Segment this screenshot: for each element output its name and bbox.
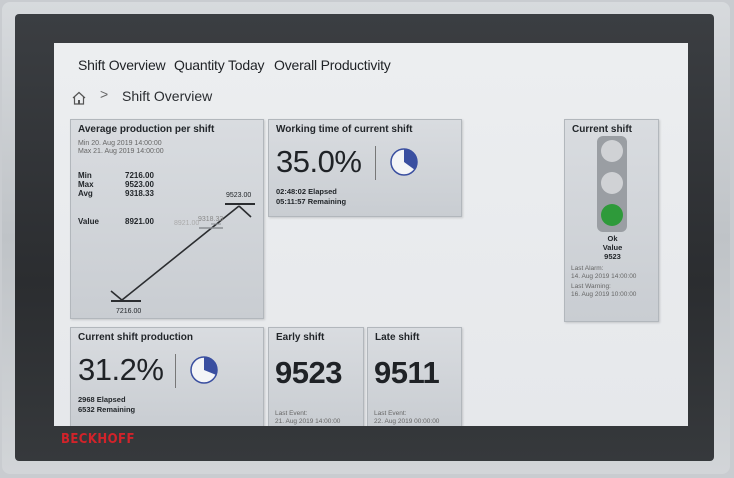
last-alarm-time: 14. Aug 2019 14:00:00 bbox=[571, 273, 637, 280]
production-percent: 31.2% bbox=[78, 352, 164, 387]
card-title: Current shift production bbox=[78, 332, 193, 343]
breadcrumb-separator: > bbox=[100, 86, 109, 102]
chart-min-label: 7216.00 bbox=[116, 308, 142, 315]
remaining-time: 05:11:57 Remaining bbox=[276, 197, 347, 206]
last-warning-time: 16. Aug 2019 10:00:00 bbox=[571, 291, 637, 298]
current-shift-production-card[interactable]: Current shift production 31.2% 2968 Elap… bbox=[70, 327, 264, 426]
status-label: Ok bbox=[607, 234, 618, 243]
light-red-off bbox=[601, 140, 623, 162]
card-title: Current shift bbox=[572, 124, 632, 135]
early-shift-value: 9523 bbox=[275, 355, 342, 390]
light-yellow-off bbox=[601, 172, 623, 194]
working-time-pie-icon bbox=[390, 148, 418, 176]
value-label: Value bbox=[602, 243, 623, 252]
remaining-count: 6532 Remaining bbox=[78, 405, 136, 414]
card-title: Working time of current shift bbox=[276, 124, 413, 135]
home-icon[interactable] bbox=[71, 90, 87, 106]
chart-max-label: 9523.00 bbox=[226, 192, 252, 199]
chart-avg-label: 9318.33 bbox=[198, 216, 224, 223]
early-event-label: Last Event: bbox=[275, 410, 308, 417]
divider bbox=[375, 146, 376, 180]
brand-logo: BECKHOFF bbox=[61, 432, 135, 447]
traffic-light bbox=[597, 136, 627, 232]
card-title: Early shift bbox=[276, 332, 325, 343]
early-event-time: 21. Aug 2019 14:00:00 bbox=[275, 418, 341, 425]
min-arrow bbox=[110, 290, 124, 302]
elapsed-count: 2968 Elapsed bbox=[78, 395, 126, 404]
divider bbox=[175, 354, 176, 388]
last-warning-label: Last Warning: bbox=[571, 283, 611, 290]
elapsed-time: 02:48:02 Elapsed bbox=[276, 187, 337, 196]
working-time-card[interactable]: Working time of current shift 35.0% 02:4… bbox=[268, 119, 462, 217]
early-shift-card[interactable]: Early shift 9523 Last Event: 21. Aug 201… bbox=[268, 327, 364, 426]
light-green-on bbox=[601, 204, 623, 226]
working-time-percent: 35.0% bbox=[276, 144, 362, 179]
late-event-time: 22. Aug 2019 00:00:00 bbox=[374, 418, 440, 425]
top-nav: Shift Overview Quantity Today Overall Pr… bbox=[54, 43, 688, 79]
tab-shift-overview[interactable]: Shift Overview bbox=[78, 57, 166, 73]
tab-overall-productivity[interactable]: Overall Productivity bbox=[274, 57, 391, 73]
last-alarm-label: Last Alarm: bbox=[571, 265, 604, 272]
tab-quantity-today[interactable]: Quantity Today bbox=[174, 57, 265, 73]
min-max-chart bbox=[110, 203, 255, 302]
late-event-label: Last Event: bbox=[374, 410, 407, 417]
production-pie-icon bbox=[190, 356, 218, 384]
screen: Shift Overview Quantity Today Overall Pr… bbox=[54, 43, 688, 426]
breadcrumb: > Shift Overview bbox=[54, 83, 688, 105]
late-shift-value: 9511 bbox=[374, 355, 440, 390]
chart-value-label: 8921.00 bbox=[174, 220, 200, 227]
value-number: 9523 bbox=[604, 252, 621, 261]
late-shift-card[interactable]: Late shift 9511 Last Event: 22. Aug 2019… bbox=[367, 327, 462, 426]
card-title: Late shift bbox=[375, 332, 420, 343]
current-shift-card[interactable]: Current shift Ok Value 9523 Last Alarm: … bbox=[564, 119, 659, 322]
breadcrumb-current: Shift Overview bbox=[122, 88, 213, 104]
max-arrow bbox=[238, 205, 252, 218]
avg-production-card[interactable]: Average production per shift Min 20. Aug… bbox=[70, 119, 264, 319]
